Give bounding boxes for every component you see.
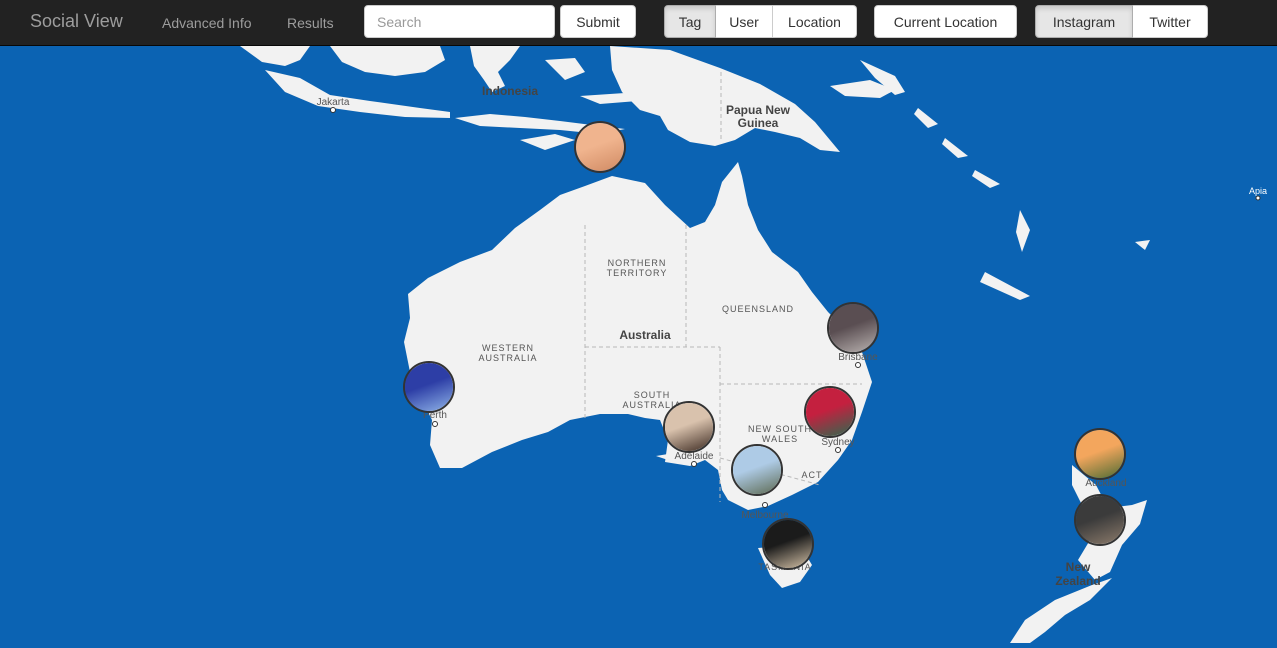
label-nsw-2: WALES bbox=[762, 434, 798, 444]
label-nz-2: Zealand bbox=[1055, 574, 1100, 588]
brand[interactable]: Social View bbox=[30, 11, 123, 32]
current-location-button[interactable]: Current Location bbox=[874, 5, 1017, 38]
label-australia: Australia bbox=[619, 328, 671, 342]
city-dot-sydney bbox=[835, 447, 841, 453]
photo-marker[interactable] bbox=[731, 444, 783, 496]
label-nz-1: New bbox=[1066, 560, 1091, 574]
marker-photo bbox=[665, 403, 713, 451]
source-instagram-button[interactable]: Instagram bbox=[1035, 5, 1133, 38]
photo-marker[interactable] bbox=[827, 302, 879, 354]
label-wa-1: WESTERN bbox=[482, 343, 534, 353]
photo-marker[interactable] bbox=[663, 401, 715, 453]
label-act: ACT bbox=[802, 470, 823, 480]
label-sa-1: SOUTH bbox=[634, 390, 671, 400]
mode-user-button[interactable]: User bbox=[716, 5, 773, 38]
label-jakarta: Jakarta bbox=[317, 97, 350, 108]
city-dot-brisbane bbox=[855, 362, 861, 368]
label-qld: QUEENSLAND bbox=[722, 304, 794, 314]
marker-photo bbox=[806, 388, 854, 436]
photo-marker[interactable] bbox=[762, 518, 814, 570]
city-dot-perth bbox=[432, 421, 438, 427]
photo-marker[interactable] bbox=[1074, 494, 1126, 546]
label-apia: Apia bbox=[1249, 186, 1267, 196]
photo-marker[interactable] bbox=[574, 121, 626, 173]
city-dot-jakarta bbox=[330, 107, 336, 113]
city-dot-melbourne bbox=[762, 502, 768, 508]
label-indonesia: Indonesia bbox=[482, 84, 538, 98]
city-dot-apia bbox=[1255, 195, 1261, 201]
photo-marker[interactable] bbox=[403, 361, 455, 413]
label-adelaide: Adelaide bbox=[675, 451, 714, 462]
mode-location-button[interactable]: Location bbox=[773, 5, 857, 38]
marker-photo bbox=[829, 304, 877, 352]
map-canvas[interactable]: Indonesia Jakarta Papua New Guinea Apia … bbox=[0, 46, 1277, 643]
label-auckland: Auckland bbox=[1085, 478, 1126, 489]
label-wa-2: AUSTRALIA bbox=[478, 353, 537, 363]
submit-button[interactable]: Submit bbox=[560, 5, 636, 38]
marker-photo bbox=[733, 446, 781, 494]
label-nt-1: NORTHERN bbox=[608, 258, 667, 268]
mode-tag-button[interactable]: Tag bbox=[664, 5, 716, 38]
nav-results[interactable]: Results bbox=[287, 15, 334, 31]
photo-marker[interactable] bbox=[804, 386, 856, 438]
city-dot-adelaide bbox=[691, 461, 697, 467]
label-png-2: Guinea bbox=[738, 116, 779, 130]
marker-photo bbox=[1076, 430, 1124, 478]
nav-advanced-info[interactable]: Advanced Info bbox=[162, 15, 252, 31]
label-nt-2: TERRITORY bbox=[607, 268, 668, 278]
source-twitter-button[interactable]: Twitter bbox=[1133, 5, 1208, 38]
label-nsw-1: NEW SOUTH bbox=[748, 424, 812, 434]
map[interactable]: Indonesia Jakarta Papua New Guinea Apia … bbox=[0, 46, 1277, 643]
label-png-1: Papua New bbox=[726, 103, 791, 117]
label-brisbane: Brisbane bbox=[838, 352, 878, 363]
label-sydney: Sydney bbox=[821, 437, 854, 448]
marker-photo bbox=[405, 363, 453, 411]
marker-photo bbox=[576, 123, 624, 171]
marker-photo bbox=[764, 520, 812, 568]
marker-photo bbox=[1076, 496, 1124, 544]
navbar: Social View Advanced Info Results Submit… bbox=[0, 0, 1277, 46]
photo-marker[interactable] bbox=[1074, 428, 1126, 480]
search-input[interactable] bbox=[364, 5, 555, 38]
